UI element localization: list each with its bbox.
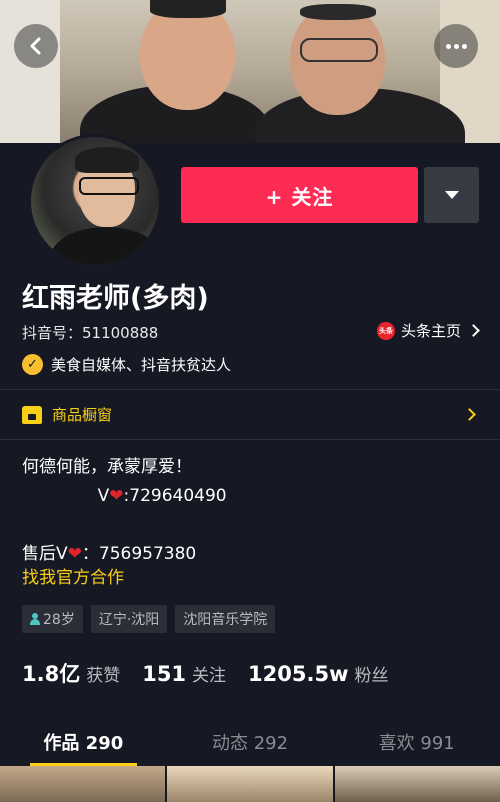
profile-stats: 1.8亿 获赞 151 关注 1205.5w 粉丝 <box>22 658 410 688</box>
person-icon <box>30 613 40 625</box>
bio: 何德何能，承蒙厚爱！ V❤:729640490 售后V❤：756957380 <box>22 453 227 569</box>
shop-window-row[interactable]: 商品橱窗 <box>22 390 478 439</box>
heart-icon: ❤ <box>67 544 82 564</box>
school-tag: 沈阳音乐学院 <box>175 605 276 633</box>
likes-count: 1.8亿 <box>22 662 81 686</box>
age-tag: 28岁 <box>22 605 83 633</box>
shop-window-label: 商品橱窗 <box>52 406 113 424</box>
following-label[interactable]: 关注 <box>192 661 226 686</box>
tab-works[interactable]: 作品 290 <box>0 718 167 766</box>
video-thumbnail[interactable] <box>167 766 333 802</box>
video-thumbnail[interactable] <box>0 766 166 802</box>
official-cooperation-link[interactable]: 找我官方合作 <box>22 563 124 588</box>
divider <box>0 439 500 440</box>
toutiao-label: 头条主页 <box>400 322 461 340</box>
shop-icon <box>22 405 42 424</box>
profile-tags: 28岁 辽宁·沈阳 沈阳音乐学院 <box>22 605 276 633</box>
cover-background <box>0 0 60 143</box>
location-tag: 辽宁·沈阳 <box>90 605 168 633</box>
chevron-left-icon <box>30 37 41 55</box>
bio-line: 何德何能，承蒙厚爱！ <box>22 457 192 477</box>
tab-activity[interactable]: 动态 292 <box>167 718 334 766</box>
profile-name: 红雨老师(多肉) <box>22 283 209 314</box>
back-button[interactable] <box>14 24 58 68</box>
followers-label[interactable]: 粉丝 <box>354 661 388 686</box>
likes-label: 获赞 <box>86 666 121 686</box>
more-dots-icon <box>445 43 467 49</box>
bio-blank-line <box>22 511 227 540</box>
recommend-dropdown-button[interactable] <box>424 167 479 223</box>
verification-row: ✓ 美食自媒体、抖音扶贫达人 <box>22 354 231 375</box>
cover-person <box>150 0 226 18</box>
verification-text: 美食自媒体、抖音扶贫达人 <box>51 356 232 374</box>
cover-person <box>300 4 376 20</box>
more-button[interactable] <box>434 24 478 68</box>
chevron-right-icon <box>467 324 480 337</box>
video-thumbnail[interactable] <box>334 766 500 802</box>
toutiao-icon: 头条 <box>376 321 395 340</box>
following-count[interactable]: 151 <box>142 662 186 686</box>
douyin-id: 抖音号：51100888 <box>22 324 159 342</box>
bio-line: V❤:729640490 <box>22 486 227 506</box>
cover-image <box>0 0 500 143</box>
follow-button[interactable]: + 关注 <box>181 167 418 223</box>
followers-count[interactable]: 1205.5w <box>248 662 348 686</box>
caret-down-icon <box>444 191 459 199</box>
video-grid <box>0 766 500 802</box>
cover-person <box>300 38 378 62</box>
tab-likes[interactable]: 喜欢 991 <box>333 718 500 766</box>
content-tabs: 作品 290 动态 292 喜欢 991 <box>0 718 500 766</box>
toutiao-homepage-link[interactable]: 头条 头条主页 <box>376 320 480 341</box>
chevron-right-icon <box>463 408 476 421</box>
heart-icon: ❤ <box>109 486 124 506</box>
avatar[interactable] <box>28 134 162 268</box>
verified-check-icon: ✓ <box>22 354 43 375</box>
